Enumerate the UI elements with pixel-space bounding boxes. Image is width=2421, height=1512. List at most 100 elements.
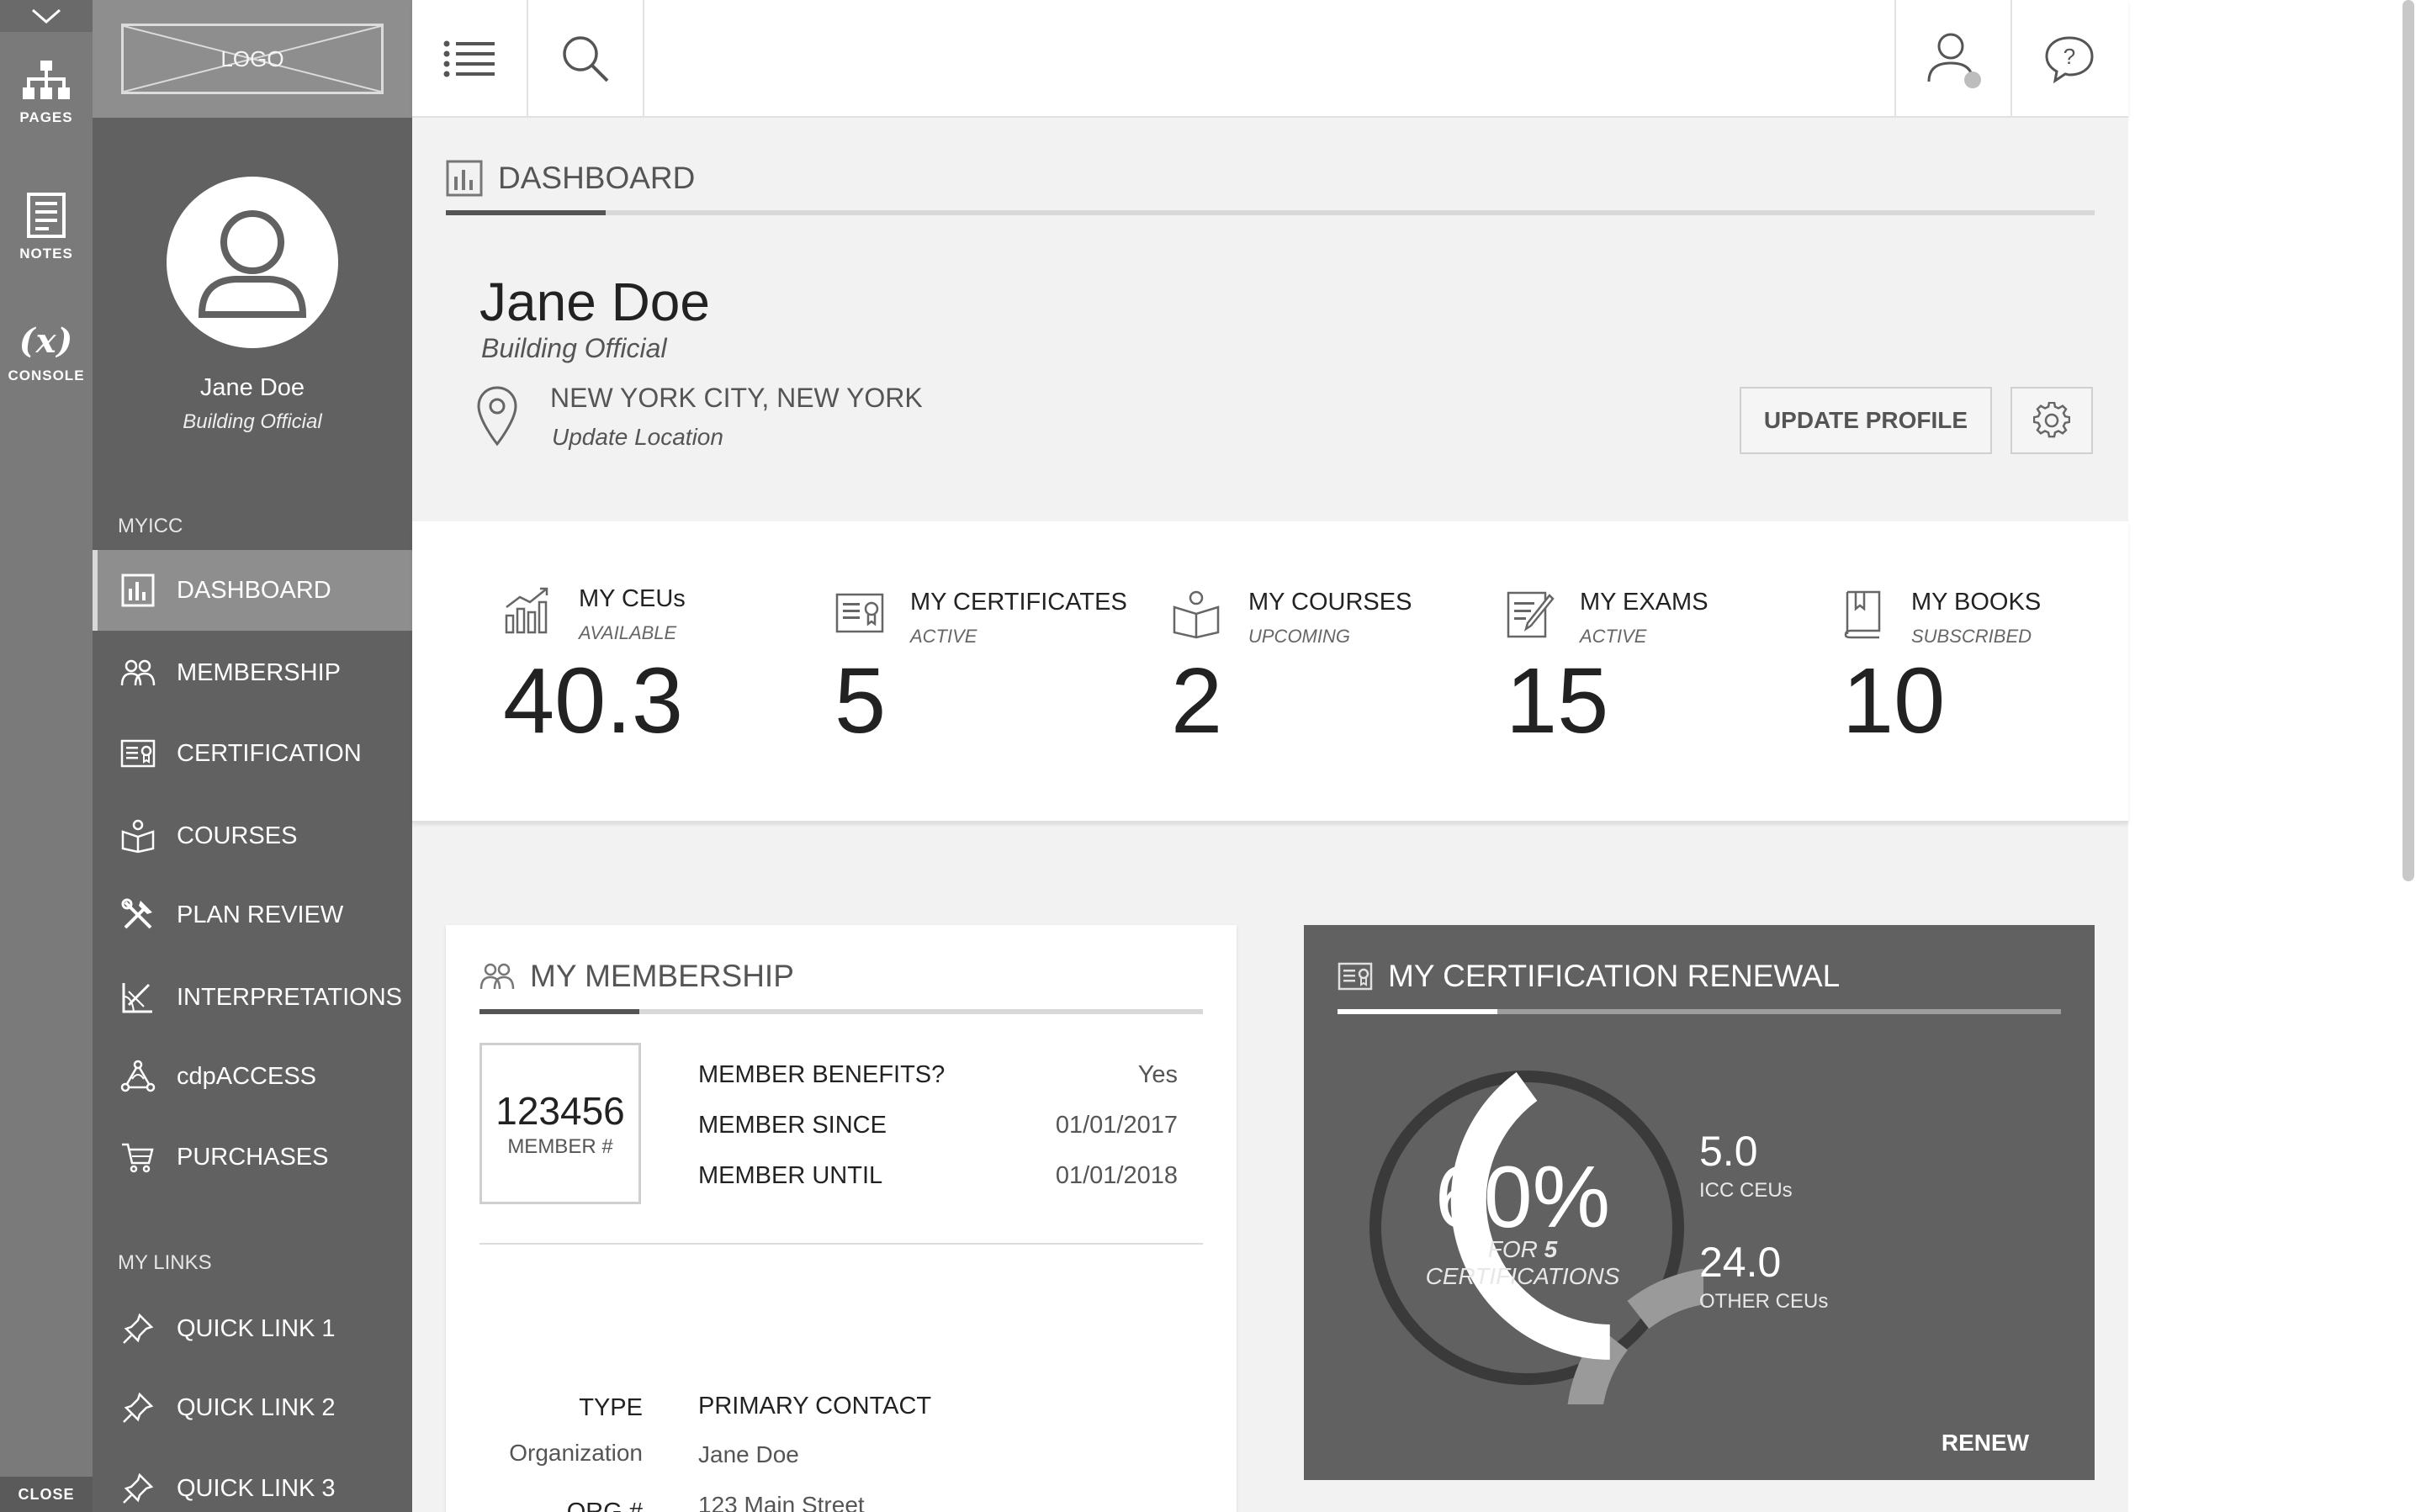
header-underline (446, 210, 2095, 215)
dashboard-icon (446, 160, 483, 197)
header-underline-active (446, 210, 606, 215)
settings-button[interactable] (2010, 387, 2093, 454)
membership-row-until: MEMBER UNTIL 01/01/2018 (698, 1162, 1178, 1190)
divider (479, 1243, 1203, 1245)
renewal-subtext: FOR 5 CERTIFICATIONS (1396, 1236, 1649, 1290)
rail-close-button[interactable]: CLOSE (0, 1477, 93, 1512)
sidebar-item-dashboard[interactable]: DASHBOARD (93, 550, 436, 631)
membership-row-benefits: MEMBER BENEFITS? Yes (698, 1061, 1178, 1089)
rail-console-label: CONSOLE (8, 367, 85, 383)
stat-label: MY CEUs (579, 585, 686, 612)
stat-value: 10 (1842, 649, 1946, 753)
sidebar: LOGO Jane Doe Building Official MYICC DA… (93, 0, 436, 1512)
stat-value: 15 (1506, 649, 1609, 753)
membership-icon (118, 653, 158, 693)
sidebar-item-purchases[interactable]: PURCHASES (93, 1117, 412, 1197)
sidebar-item-label: CERTIFICATION (177, 739, 362, 767)
pin-icon (118, 1468, 158, 1509)
member-number: 123456 (495, 1089, 625, 1133)
user-account-button[interactable] (1894, 0, 2010, 118)
rail-notes-label: NOTES (19, 246, 73, 262)
sidebar-link-quick-link-3[interactable]: QUICK LINK 3 (93, 1448, 412, 1512)
profile-role: Building Official (481, 333, 667, 363)
search-icon (563, 36, 609, 82)
scrollbar-thumb[interactable] (2402, 0, 2414, 881)
stat-sublabel: UPCOMING (1248, 626, 1350, 647)
sidebar-item-courses[interactable]: COURSES (93, 796, 412, 876)
type-value: Organization (509, 1440, 643, 1466)
member-number-label: MEMBER # (507, 1135, 613, 1158)
stat-value: 5 (834, 649, 887, 753)
profile-location: NEW YORK CITY, NEW YORK (550, 383, 923, 413)
logo[interactable]: LOGO (121, 24, 384, 94)
update-profile-button[interactable]: UPDATE PROFILE (1740, 387, 1992, 454)
membership-icon (479, 963, 515, 990)
row-value: 01/01/2017 (1055, 1112, 1178, 1139)
profile-name: Jane Doe (479, 272, 710, 332)
membership-row-since: MEMBER SINCE 01/01/2017 (698, 1112, 1178, 1139)
stat-sublabel: ACTIVE (1580, 626, 1647, 647)
stat-sublabel: SUBSCRIBED (1911, 626, 2032, 647)
renewal-card-title: MY CERTIFICATION RENEWAL (1338, 959, 1840, 994)
renewal-underline-active (1338, 1009, 1497, 1014)
membership-card-title: MY MEMBERSHIP (479, 959, 794, 994)
sidebar-item-label: QUICK LINK 3 (177, 1474, 336, 1502)
collapse-toggle[interactable] (0, 0, 93, 32)
sidebar-link-quick-link-2[interactable]: QUICK LINK 2 (93, 1367, 412, 1448)
org-label: ORG # (566, 1499, 643, 1512)
user-status-icon (1927, 33, 1981, 88)
stat-label: MY EXAMS (1580, 589, 1708, 616)
logo-area: LOGO (93, 0, 412, 118)
page-title: DASHBOARD (498, 161, 696, 195)
courses-icon (1173, 590, 1220, 639)
rail-console-button[interactable]: (x) CONSOLE (0, 321, 93, 384)
type-label: TYPE (579, 1394, 643, 1421)
app-root: PAGES NOTES (x) CONSOLE CLOSE LOGO Jane … (0, 0, 2421, 1512)
update-location-link[interactable]: Update Location (552, 424, 723, 451)
growth-chart-icon (505, 587, 548, 634)
user-icon (198, 210, 307, 318)
chevron-down-icon (32, 8, 61, 24)
pin-icon (118, 1308, 158, 1349)
sidebar-item-label: QUICK LINK 2 (177, 1393, 336, 1421)
interpretations-icon (118, 977, 158, 1018)
certification-renewal-card: MY CERTIFICATION RENEWAL 60% FOR 5 CERTI… (1304, 925, 2095, 1480)
search-button[interactable] (528, 0, 644, 118)
renewal-cert-count: 5 (1544, 1236, 1558, 1262)
renewal-for-text: FOR (1487, 1236, 1538, 1262)
renew-button[interactable]: RENEW (1910, 1430, 2061, 1456)
pin-icon (118, 1388, 158, 1428)
sidebar-item-membership[interactable]: MEMBERSHIP (93, 632, 412, 713)
help-chat-button[interactable]: ? (2010, 0, 2127, 118)
row-label: MEMBER UNTIL (698, 1162, 883, 1189)
rail-pages-label: PAGES (19, 109, 73, 125)
stat-sublabel: ACTIVE (910, 626, 977, 647)
location-pin-icon (477, 386, 517, 447)
exam-icon (1507, 591, 1555, 638)
sidebar-item-plan-review[interactable]: PLAN REVIEW (93, 875, 412, 955)
gear-icon (2033, 402, 2070, 438)
plan-review-icon (118, 895, 158, 935)
card-title-text: MY CERTIFICATION RENEWAL (1388, 959, 1841, 993)
sidebar-item-interpretations[interactable]: INTERPRETATIONS (93, 957, 412, 1038)
sidebar-link-quick-link-1[interactable]: QUICK LINK 1 (93, 1288, 412, 1369)
membership-underline-active (479, 1009, 639, 1014)
card-title-text: MY MEMBERSHIP (530, 959, 794, 993)
stat-value: 2 (1171, 649, 1223, 753)
svg-text:?: ? (2063, 44, 2075, 69)
sidebar-item-cdpaccess[interactable]: cdpACCESS (93, 1036, 412, 1117)
rail-notes-button[interactable]: NOTES (0, 192, 93, 262)
certification-icon (118, 733, 158, 774)
rail-pages-button[interactable]: PAGES (0, 59, 93, 126)
membership-card: MY MEMBERSHIP 123456 MEMBER # MEMBER BEN… (446, 925, 1237, 1512)
row-label: MEMBER SINCE (698, 1112, 887, 1139)
menu-button[interactable] (412, 0, 528, 118)
sitemap-icon (23, 61, 70, 99)
tool-rail: PAGES NOTES (x) CONSOLE CLOSE (0, 0, 93, 1512)
sidebar-item-label: PURCHASES (177, 1143, 329, 1171)
avatar[interactable] (167, 177, 338, 348)
sidebar-item-certification[interactable]: CERTIFICATION (93, 713, 412, 794)
sidebar-user-role: Building Official (183, 410, 322, 433)
main-content: DASHBOARD Jane Doe Building Official NEW… (412, 118, 2128, 1512)
other-ceus-label: OTHER CEUs (1699, 1290, 1829, 1313)
